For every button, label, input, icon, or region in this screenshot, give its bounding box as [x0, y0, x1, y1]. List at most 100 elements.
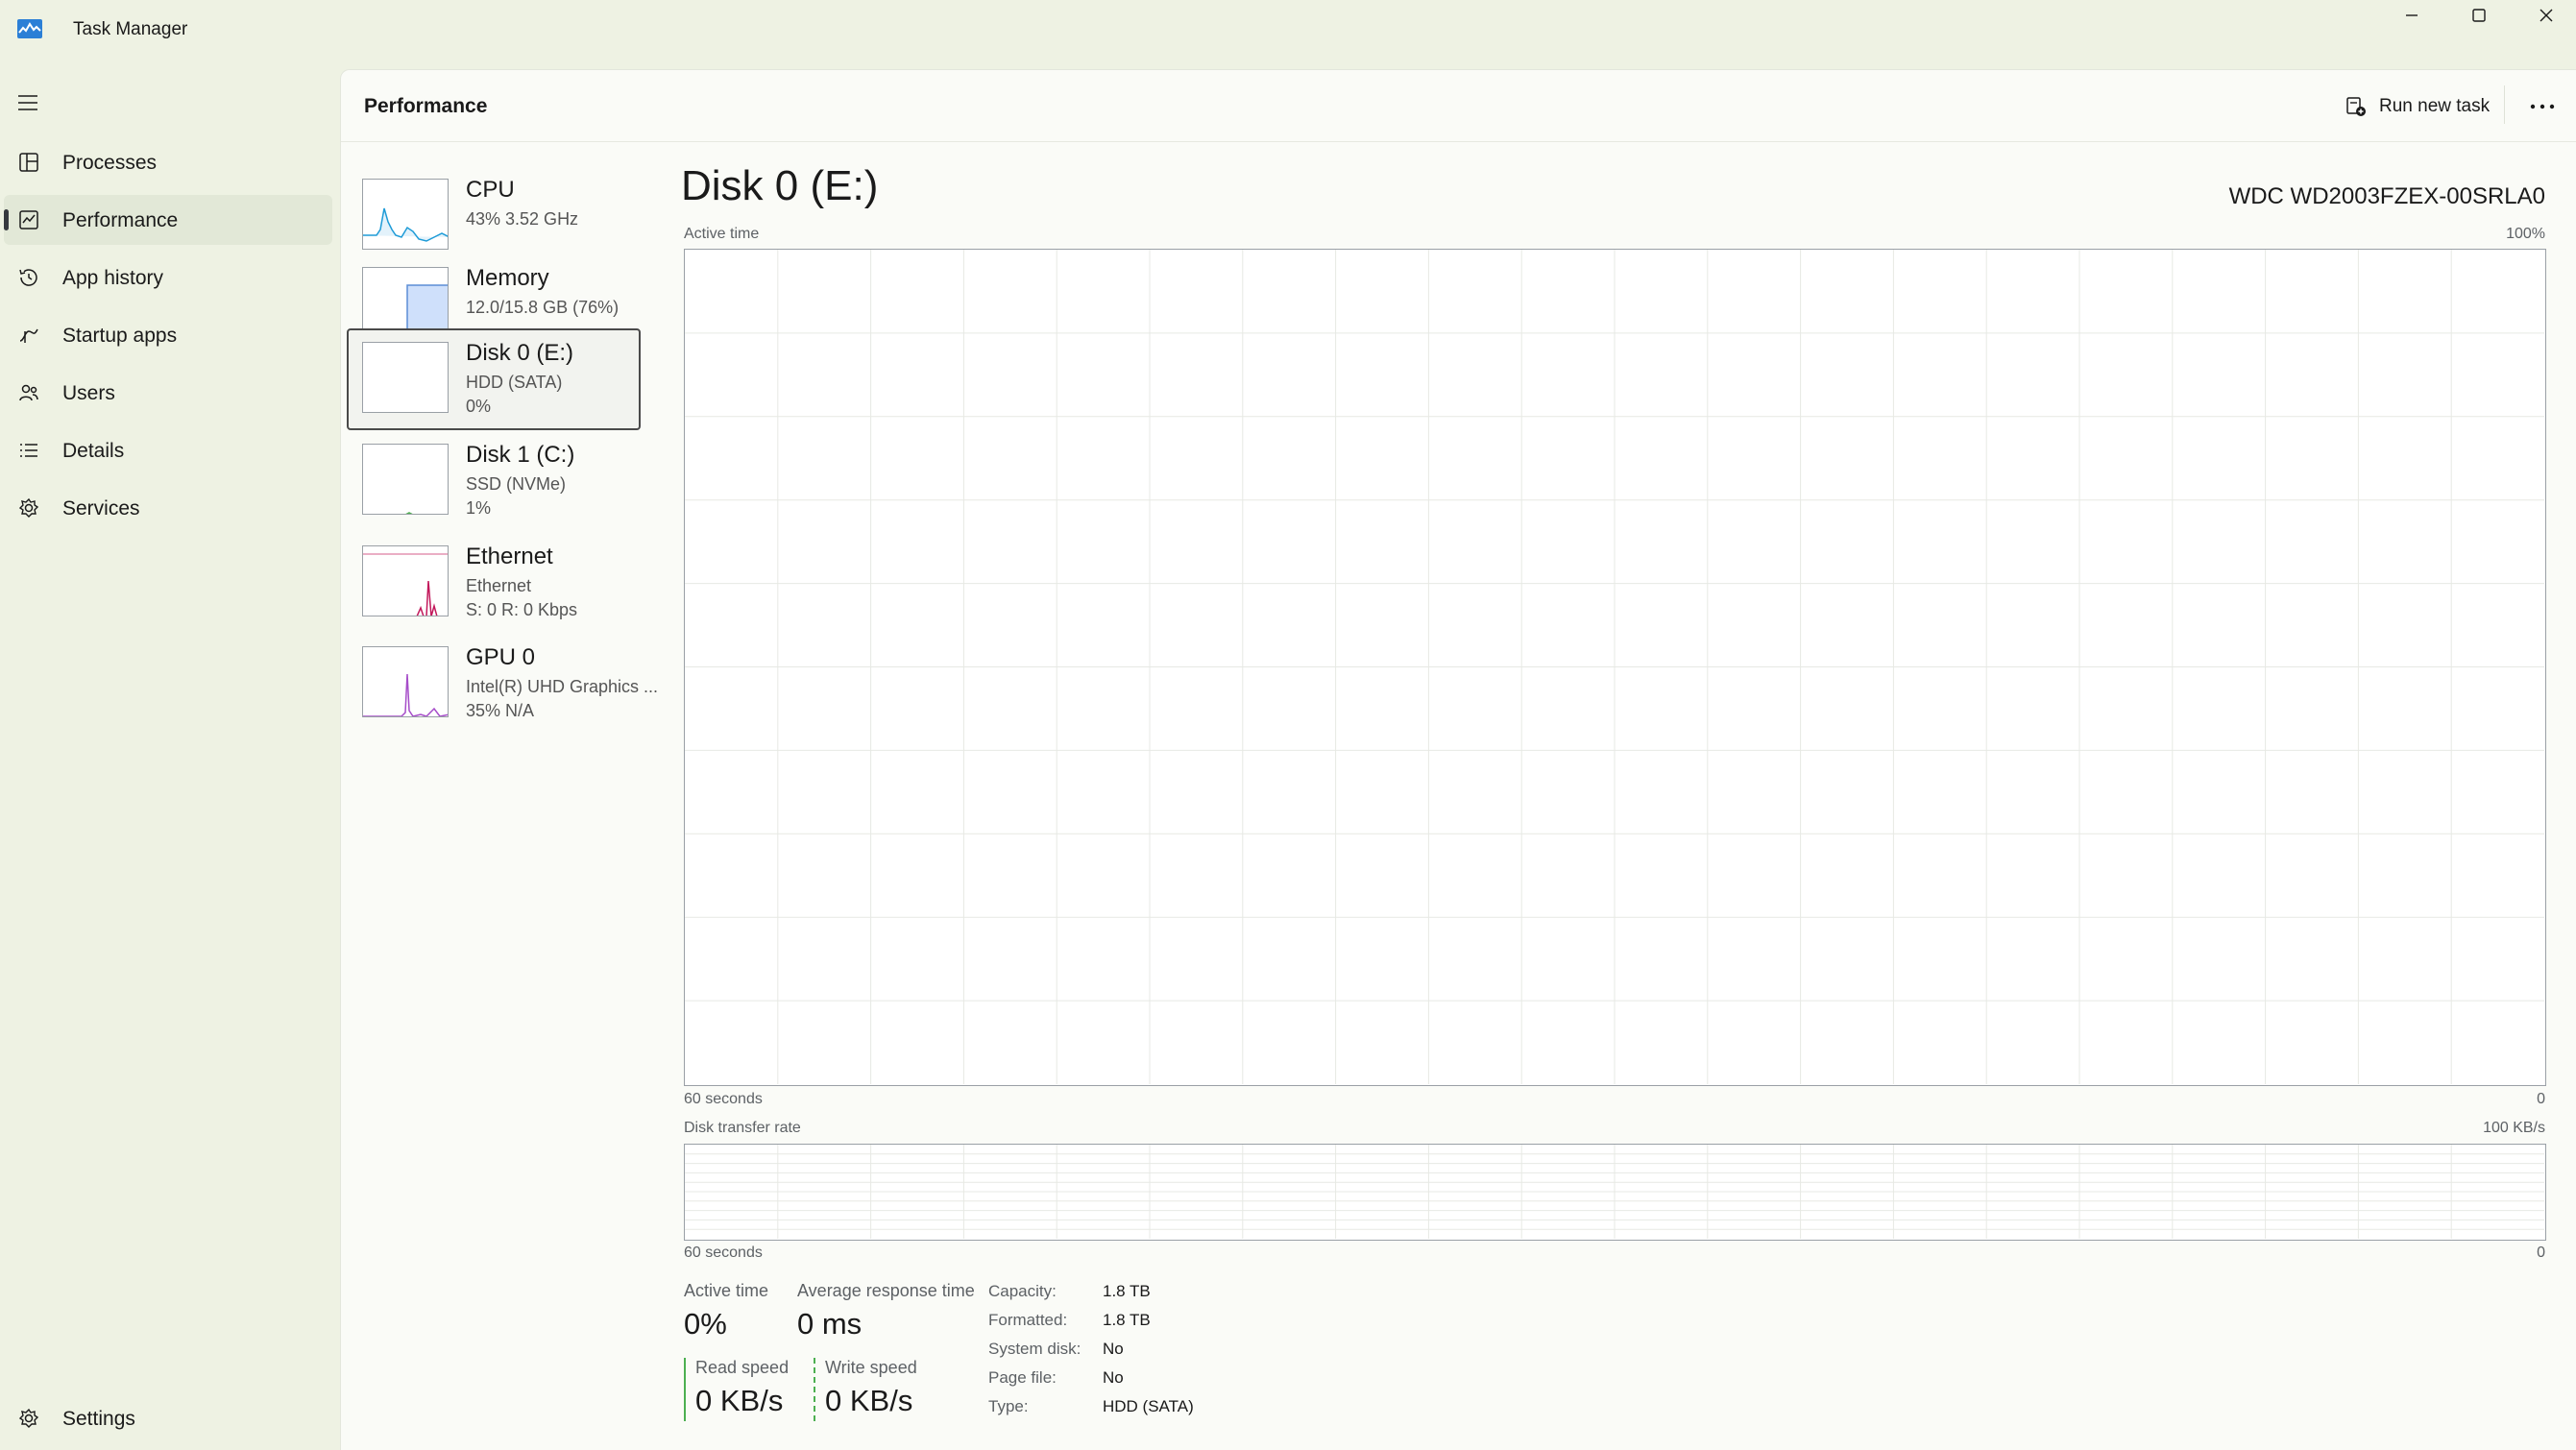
- property-value: 1.8 TB: [1103, 1311, 1151, 1329]
- close-button[interactable]: [2513, 0, 2576, 31]
- close-icon: [2540, 9, 2553, 22]
- device-name: GPU 0: [466, 644, 536, 670]
- active-time-stat-value: 0%: [684, 1307, 727, 1341]
- app-title: Task Manager: [73, 19, 188, 39]
- sidebar-item-details[interactable]: Details: [4, 425, 332, 475]
- device-throughput: S: 0 R: 0 Kbps: [466, 600, 578, 619]
- device-disk-0[interactable]: Disk 0 (E:) HDD (SATA) 0%: [347, 328, 641, 430]
- property-key: Type:: [988, 1397, 1029, 1415]
- maximize-button[interactable]: [2445, 0, 2513, 31]
- property-value: HDD (SATA): [1103, 1397, 1194, 1415]
- device-name: Disk 0 (E:): [466, 340, 574, 366]
- disk-0-mini-graph: [362, 342, 449, 413]
- avg-response-stat-value: 0 ms: [797, 1307, 863, 1341]
- active-time-graph-min: 0: [2537, 1091, 2545, 1107]
- read-speed-indicator: [684, 1358, 686, 1421]
- sidebar-item-label: Services: [62, 497, 140, 520]
- sidebar-item-label: Performance: [62, 209, 179, 231]
- transfer-rate-graph-max: 100 KB/s: [2483, 1120, 2545, 1136]
- gpu-mini-graph: [362, 646, 449, 717]
- sidebar-item-services[interactable]: Services: [4, 483, 332, 533]
- property-key: Capacity:: [988, 1282, 1057, 1300]
- transfer-rate-graph-min: 0: [2537, 1245, 2545, 1261]
- write-speed-label: Write speed: [825, 1358, 917, 1377]
- device-detail: Ethernet: [466, 576, 532, 595]
- property-value: 1.8 TB: [1103, 1282, 1151, 1300]
- title-bar: Task Manager: [0, 0, 2576, 63]
- property-key: System disk:: [988, 1340, 1081, 1358]
- active-time-graph: [684, 249, 2546, 1086]
- page-title: Performance: [364, 95, 488, 117]
- sidebar-item-label: Startup apps: [62, 325, 178, 347]
- sidebar-item-label: App history: [62, 267, 164, 289]
- device-usage: 35% N/A: [466, 701, 535, 720]
- sidebar-item-performance[interactable]: Performance: [4, 195, 332, 245]
- cpu-mini-graph: [362, 179, 449, 250]
- device-ethernet[interactable]: Ethernet Ethernet S: 0 R: 0 Kbps: [347, 532, 641, 634]
- read-speed-label: Read speed: [695, 1358, 790, 1377]
- property-value: No: [1103, 1368, 1124, 1387]
- history-icon: [19, 269, 37, 286]
- active-time-time-span: 60 seconds: [684, 1091, 763, 1107]
- minimize-icon: [2406, 14, 2418, 16]
- device-gpu-0[interactable]: GPU 0 Intel(R) UHD Graphics ... 35% N/A: [347, 633, 658, 735]
- transfer-rate-graph: [684, 1144, 2546, 1241]
- ethernet-mini-graph: [362, 545, 449, 616]
- details-icon: [20, 444, 37, 457]
- main-panel: Performance Run new task CPU 43% 3.52 GH…: [340, 69, 2576, 1450]
- performance-icon: [19, 210, 38, 230]
- sidebar-item-label: Settings: [62, 1408, 135, 1430]
- device-detail: SSD (NVMe): [466, 474, 567, 494]
- transfer-rate-graph-label: Disk transfer rate: [684, 1120, 801, 1136]
- device-detail: HDD (SATA): [466, 373, 563, 392]
- device-detail: 12.0/15.8 GB (76%): [466, 298, 620, 317]
- device-name: Disk 1 (C:): [466, 442, 575, 468]
- disk-1-mini-graph: [362, 444, 449, 515]
- sidebar-item-label: Details: [62, 440, 125, 462]
- toolbar-divider: [2504, 85, 2505, 124]
- write-speed-indicator: [814, 1358, 815, 1421]
- sidebar-item-app-history[interactable]: App history: [4, 253, 332, 302]
- sidebar-item-settings[interactable]: Settings: [4, 1393, 332, 1443]
- more-options-icon: [2530, 104, 2555, 109]
- sidebar-item-label: Processes: [62, 152, 158, 174]
- detail-title: Disk 0 (E:): [681, 162, 879, 209]
- sidebar-item-users[interactable]: Users: [4, 368, 332, 418]
- property-value: No: [1103, 1340, 1124, 1358]
- run-new-task-button[interactable]: Run new task: [2345, 89, 2490, 124]
- read-speed-value: 0 KB/s: [695, 1384, 784, 1417]
- active-time-stat-label: Active time: [684, 1281, 769, 1300]
- memory-mini-graph: [362, 267, 449, 338]
- sidebar-item-label: Users: [62, 382, 115, 404]
- maximize-icon: [2472, 9, 2486, 22]
- users-icon: [19, 384, 38, 401]
- header-divider: [341, 141, 2576, 142]
- device-cpu[interactable]: CPU 43% 3.52 GHz: [347, 165, 641, 267]
- property-key: Page file:: [988, 1368, 1057, 1387]
- write-speed-value: 0 KB/s: [825, 1384, 913, 1417]
- run-task-icon: [2346, 97, 2366, 116]
- device-name: Memory: [466, 265, 549, 291]
- device-name: CPU: [466, 177, 515, 203]
- sidebar-item-startup-apps[interactable]: Startup apps: [4, 310, 332, 360]
- active-time-graph-max: 100%: [2506, 226, 2545, 242]
- device-disk-1[interactable]: Disk 1 (C:) SSD (NVMe) 1%: [347, 430, 641, 532]
- settings-gear-icon: [18, 1408, 39, 1428]
- device-name: Ethernet: [466, 544, 553, 569]
- hamburger-menu-icon[interactable]: [15, 91, 40, 114]
- device-detail: Intel(R) UHD Graphics ...: [466, 677, 659, 696]
- device-usage: 1%: [466, 498, 492, 518]
- processes-icon: [19, 153, 38, 172]
- property-key: Formatted:: [988, 1311, 1068, 1329]
- minimize-button[interactable]: [2378, 0, 2445, 31]
- active-indicator: [4, 209, 9, 230]
- startup-icon: [19, 328, 38, 343]
- disk-model: WDC WD2003FZEX-00SRLA0: [2228, 183, 2545, 209]
- device-detail: 43% 3.52 GHz: [466, 209, 579, 229]
- active-time-graph-label: Active time: [684, 226, 760, 242]
- transfer-rate-time-span: 60 seconds: [684, 1245, 763, 1261]
- more-options-button[interactable]: [2523, 89, 2562, 124]
- sidebar-item-processes[interactable]: Processes: [4, 137, 332, 187]
- avg-response-stat-label: Average response time: [797, 1281, 975, 1300]
- services-icon: [18, 497, 39, 518]
